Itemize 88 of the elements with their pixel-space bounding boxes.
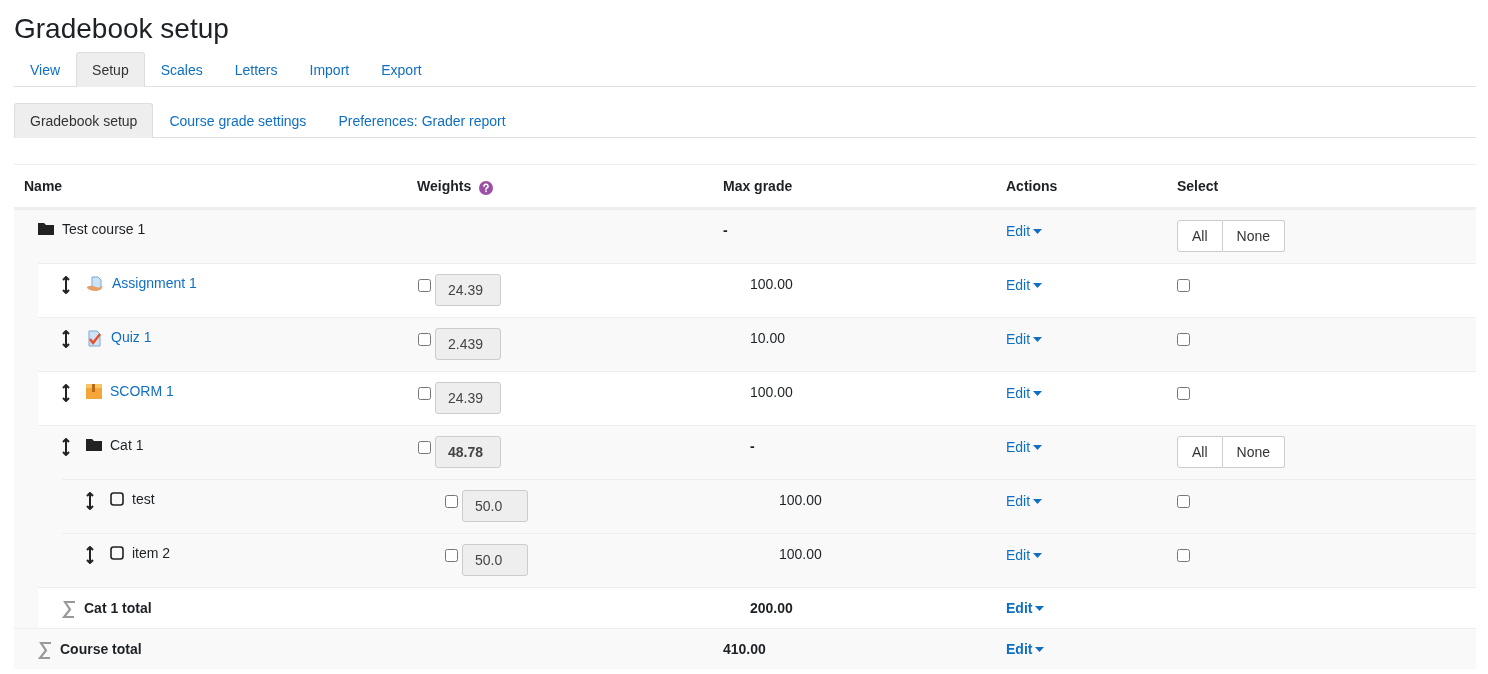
caret-icon: [1033, 390, 1043, 396]
caret-icon: [1033, 282, 1043, 288]
select-checkbox[interactable]: [1177, 495, 1190, 508]
move-icon[interactable]: [86, 546, 94, 564]
column-header: Weights: [417, 178, 472, 194]
select-checkbox[interactable]: [1177, 549, 1190, 562]
edit-menu[interactable]: Edit: [1006, 547, 1043, 563]
override-checkbox[interactable]: [418, 279, 431, 292]
max-grade: -: [750, 438, 755, 454]
folder-icon: [38, 222, 54, 235]
select-none-button[interactable]: None: [1222, 436, 1286, 468]
item-name: test: [132, 491, 155, 507]
edit-menu[interactable]: Edit: [1006, 641, 1045, 657]
item-name: Cat 1 total: [84, 600, 152, 616]
edit-menu[interactable]: Edit: [1006, 331, 1043, 347]
max-grade: 200.00: [750, 600, 793, 616]
edit-menu[interactable]: Edit: [1006, 493, 1043, 509]
item-link[interactable]: Assignment 1: [112, 275, 197, 291]
move-icon[interactable]: [62, 384, 70, 402]
override-checkbox[interactable]: [445, 549, 458, 562]
nav-tab[interactable]: Course grade settings: [153, 103, 323, 138]
max-grade: 100.00: [779, 492, 822, 508]
nav-tab[interactable]: Scales: [144, 52, 219, 87]
caret-icon: [1033, 228, 1043, 234]
package-icon: [86, 384, 102, 399]
nav-tab[interactable]: Setup: [76, 52, 145, 87]
weight-field[interactable]: 50.0: [462, 490, 528, 522]
column-header: Name: [23, 178, 63, 194]
max-grade: 10.00: [750, 330, 786, 346]
column-header: Select: [1177, 178, 1220, 194]
move-icon[interactable]: [62, 330, 70, 348]
max-grade: 410.00: [723, 641, 766, 657]
document-hand-icon: [86, 276, 104, 293]
item-name: item 2: [132, 545, 171, 561]
nav-tab[interactable]: Export: [365, 52, 438, 87]
square-icon: [110, 546, 124, 560]
item-name: Cat 1: [110, 437, 144, 453]
override-checkbox[interactable]: [418, 333, 431, 346]
select-all-button[interactable]: All: [1177, 220, 1223, 252]
move-icon[interactable]: [62, 276, 70, 294]
sigma-icon: [62, 601, 76, 618]
caret-icon: [1033, 552, 1043, 558]
caret-icon: [1035, 605, 1045, 611]
weight-field[interactable]: 48.78: [435, 436, 501, 468]
weight-field[interactable]: 24.39: [435, 274, 501, 306]
max-grade: -: [723, 222, 728, 238]
nav-tab[interactable]: Gradebook setup: [14, 103, 154, 138]
caret-icon: [1033, 498, 1043, 504]
item-link[interactable]: Quiz 1: [111, 329, 152, 345]
square-icon: [110, 492, 124, 506]
max-grade: 100.00: [779, 546, 822, 562]
edit-menu[interactable]: Edit: [1006, 385, 1043, 401]
edit-menu[interactable]: Edit: [1006, 439, 1043, 455]
override-checkbox[interactable]: [418, 441, 431, 454]
edit-menu[interactable]: Edit: [1006, 600, 1045, 616]
select-checkbox[interactable]: [1177, 279, 1190, 292]
edit-menu[interactable]: Edit: [1006, 277, 1043, 293]
weight-field[interactable]: 50.0: [462, 544, 528, 576]
sigma-icon: [38, 642, 52, 659]
max-grade: 100.00: [750, 384, 793, 400]
caret-icon: [1035, 646, 1045, 652]
item-name: Course total: [60, 641, 142, 657]
column-header: Max grade: [723, 178, 794, 194]
item-name: Test course 1: [62, 221, 146, 237]
nav-tab[interactable]: Import: [293, 52, 366, 87]
nav-tab[interactable]: View: [14, 52, 77, 87]
caret-icon: [1033, 336, 1043, 342]
column-header: Actions: [1006, 178, 1059, 194]
checked-document-icon: [86, 330, 103, 347]
weight-field[interactable]: 2.439: [435, 328, 501, 360]
override-checkbox[interactable]: [418, 387, 431, 400]
page-title: Gradebook setup: [14, 12, 230, 46]
item-link[interactable]: SCORM 1: [110, 383, 174, 399]
nav-tab[interactable]: Preferences: Grader report: [322, 103, 522, 138]
help-icon[interactable]: [479, 181, 494, 195]
folder-icon: [86, 438, 102, 451]
max-grade: 100.00: [750, 276, 793, 292]
nav-tab[interactable]: Letters: [218, 52, 294, 87]
weight-field[interactable]: 24.39: [435, 382, 501, 414]
select-none-button[interactable]: None: [1222, 220, 1286, 252]
select-checkbox[interactable]: [1177, 333, 1190, 346]
edit-menu[interactable]: Edit: [1006, 223, 1043, 239]
move-icon[interactable]: [86, 492, 94, 510]
override-checkbox[interactable]: [445, 495, 458, 508]
select-all-button[interactable]: All: [1177, 436, 1223, 468]
move-icon[interactable]: [62, 438, 70, 456]
select-checkbox[interactable]: [1177, 387, 1190, 400]
caret-icon: [1033, 444, 1043, 450]
